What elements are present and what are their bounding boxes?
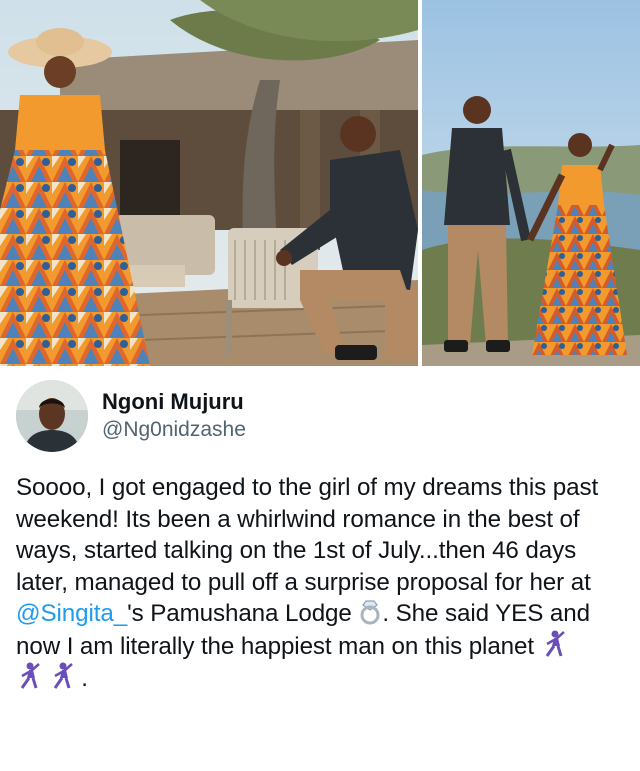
- couple-photo-image: [422, 0, 640, 366]
- ring-emoji: [358, 599, 382, 625]
- avatar-image: [16, 380, 88, 452]
- proposal-photo-image: [0, 0, 418, 366]
- tweet-text-part2: 's Pamushana Lodge: [127, 600, 359, 627]
- tweet-header: Ngoni Mujuru @Ng0nidzashe: [16, 380, 622, 452]
- man-dancing-emoji: [16, 662, 42, 690]
- couple-photo[interactable]: [422, 0, 640, 366]
- man-dancing-emoji: [541, 630, 567, 658]
- user-handle[interactable]: @Ng0nidzashe: [102, 416, 246, 444]
- photo-grid: [0, 0, 640, 366]
- display-name[interactable]: Ngoni Mujuru: [102, 388, 246, 416]
- tweet-text: Soooo, I got engaged to the girl of my d…: [16, 472, 622, 695]
- man-dancing-emoji: [49, 662, 75, 690]
- mention-link[interactable]: @Singita_: [16, 600, 127, 627]
- tweet-text-part1: Soooo, I got engaged to the girl of my d…: [16, 474, 599, 596]
- tweet-text-end: .: [81, 665, 88, 692]
- proposal-photo[interactable]: [0, 0, 418, 366]
- tweet-author: Ngoni Mujuru @Ng0nidzashe: [102, 388, 246, 444]
- avatar[interactable]: [16, 380, 88, 452]
- tweet-card: Ngoni Mujuru @Ng0nidzashe Soooo, I got e…: [0, 366, 640, 771]
